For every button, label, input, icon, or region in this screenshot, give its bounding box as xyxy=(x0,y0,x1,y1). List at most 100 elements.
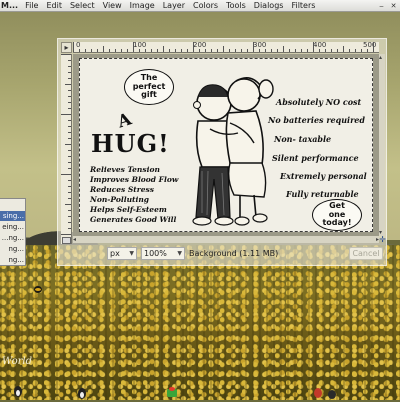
ruler-tick xyxy=(223,46,224,52)
ruler-tick xyxy=(68,222,71,223)
ruler-tick xyxy=(325,49,326,52)
zoom-value: 100% xyxy=(144,248,167,258)
ruler-tick xyxy=(205,49,206,52)
ruler-tick xyxy=(181,49,182,52)
horizontal-ruler[interactable]: 0 100 200 300 400 500 xyxy=(73,42,379,53)
ruler-tick xyxy=(295,49,296,52)
ruler-label: 500 xyxy=(363,42,377,49)
ruler-tick xyxy=(68,102,71,103)
navigate-icon[interactable]: ✛ xyxy=(379,236,386,244)
ruler-tick xyxy=(253,42,254,52)
close-icon[interactable]: ✕ xyxy=(389,2,398,10)
ruler-tick xyxy=(337,49,338,52)
app-icon[interactable] xyxy=(312,386,324,400)
scroll-up-icon[interactable]: ▴ xyxy=(379,54,382,61)
ruler-tick xyxy=(85,49,86,52)
menu-image[interactable]: Image xyxy=(126,0,159,11)
ruler-tick xyxy=(283,46,284,52)
cloud-gift-text: The perfect gift xyxy=(132,73,166,100)
zoom-select[interactable]: 100% ▼ xyxy=(141,246,185,260)
ruler-tick xyxy=(61,54,71,55)
wallpaper-field-texture xyxy=(0,245,400,400)
ruler-tick xyxy=(65,84,71,85)
bee-icon[interactable] xyxy=(32,284,44,298)
menu-colors[interactable]: Colors xyxy=(189,0,222,11)
vertical-ruler[interactable] xyxy=(61,54,72,244)
list-item[interactable]: ...ng... xyxy=(0,233,25,243)
ruler-tick xyxy=(61,114,71,115)
canvas-area[interactable]: The perfect gift A HUG! Relieves Tension… xyxy=(73,54,379,236)
ruler-tick xyxy=(271,49,272,52)
ruler-tick xyxy=(91,49,92,52)
ruler-tick xyxy=(199,49,200,52)
tux-icon[interactable] xyxy=(12,384,24,398)
list-item-selected[interactable]: sing... xyxy=(0,211,25,221)
horizontal-scrollbar[interactable]: ◂ ▸ xyxy=(73,236,379,243)
menu-file[interactable]: File xyxy=(21,0,42,11)
menu-select[interactable]: Select xyxy=(66,0,99,11)
menu-dialogs[interactable]: Dialogs xyxy=(250,0,288,11)
ruler-tick xyxy=(133,42,134,52)
ruler-label: 100 xyxy=(133,42,147,49)
ruler-tick xyxy=(68,126,71,127)
ruler-tick xyxy=(68,216,71,217)
ruler-tick xyxy=(68,198,71,199)
cloud-perfect-gift: The perfect gift xyxy=(124,69,174,105)
cancel-button[interactable]: Cancel xyxy=(349,246,383,260)
ruler-tick xyxy=(68,66,71,67)
image-window: ▸ 0 100 200 300 400 500 The perfect gift… xyxy=(57,38,387,266)
ruler-tick xyxy=(187,49,188,52)
ruler-label: 0 xyxy=(76,42,81,49)
menu-edit[interactable]: Edit xyxy=(42,0,66,11)
ruler-tick xyxy=(68,162,71,163)
ruler-tick xyxy=(68,228,71,229)
unit-select[interactable]: px ▼ xyxy=(107,246,137,260)
chevron-down-icon: ▼ xyxy=(177,249,182,257)
ruler-tick xyxy=(68,168,71,169)
unit-value: px xyxy=(110,248,120,258)
benefit-item: Non-Polluting xyxy=(90,195,150,204)
ruler-tick xyxy=(68,120,71,121)
list-item[interactable]: ng... xyxy=(0,255,25,265)
menu-layer[interactable]: Layer xyxy=(159,0,189,11)
ruler-tick xyxy=(139,49,140,52)
ruler-label: 200 xyxy=(193,42,207,49)
ruler-tick xyxy=(319,49,320,52)
ruler-tick xyxy=(68,90,71,91)
app-menu-mark[interactable]: M... xyxy=(0,0,21,11)
ruler-tick xyxy=(211,49,212,52)
ruler-tick xyxy=(103,46,104,52)
ruler-tick xyxy=(241,49,242,52)
ruler-tick xyxy=(163,46,164,52)
list-item[interactable]: ng... xyxy=(0,244,25,254)
menu-tools[interactable]: Tools xyxy=(222,0,250,11)
ruler-tick xyxy=(265,49,266,52)
ruler-tick xyxy=(127,49,128,52)
minimize-icon[interactable]: ‒ xyxy=(377,2,386,10)
tux-icon[interactable] xyxy=(76,386,88,400)
image-canvas[interactable]: The perfect gift A HUG! Relieves Tension… xyxy=(79,58,373,232)
ruler-tick xyxy=(68,60,71,61)
gimp-menubar: M... File Edit Select View Image Layer C… xyxy=(0,0,400,12)
claim-item: Absolutely NO cost xyxy=(276,97,362,107)
vertical-scrollbar[interactable]: ▴ ▾ xyxy=(379,54,385,236)
list-item[interactable] xyxy=(0,201,25,211)
list-item[interactable]: eing... xyxy=(0,222,25,232)
pointer-coordinates xyxy=(61,247,103,260)
game-icon[interactable] xyxy=(166,386,178,400)
menu-arrow-icon[interactable]: ▸ xyxy=(61,42,72,53)
scroll-left-icon[interactable]: ◂ xyxy=(73,236,76,243)
ruler-tick xyxy=(65,144,71,145)
quick-mask-icon[interactable] xyxy=(62,237,71,244)
menu-filters[interactable]: Filters xyxy=(287,0,319,11)
menu-view[interactable]: View xyxy=(99,0,126,11)
ruler-tick xyxy=(169,49,170,52)
ruler-tick xyxy=(73,42,74,52)
ruler-label: 400 xyxy=(313,42,327,49)
left-partial-window: sing... eing... ...ng... ng... ng... xyxy=(0,198,26,266)
ruler-tick xyxy=(367,49,368,52)
ruler-tick xyxy=(109,49,110,52)
ruler-tick xyxy=(68,150,71,151)
ruler-tick xyxy=(307,49,308,52)
ruler-tick xyxy=(277,49,278,52)
